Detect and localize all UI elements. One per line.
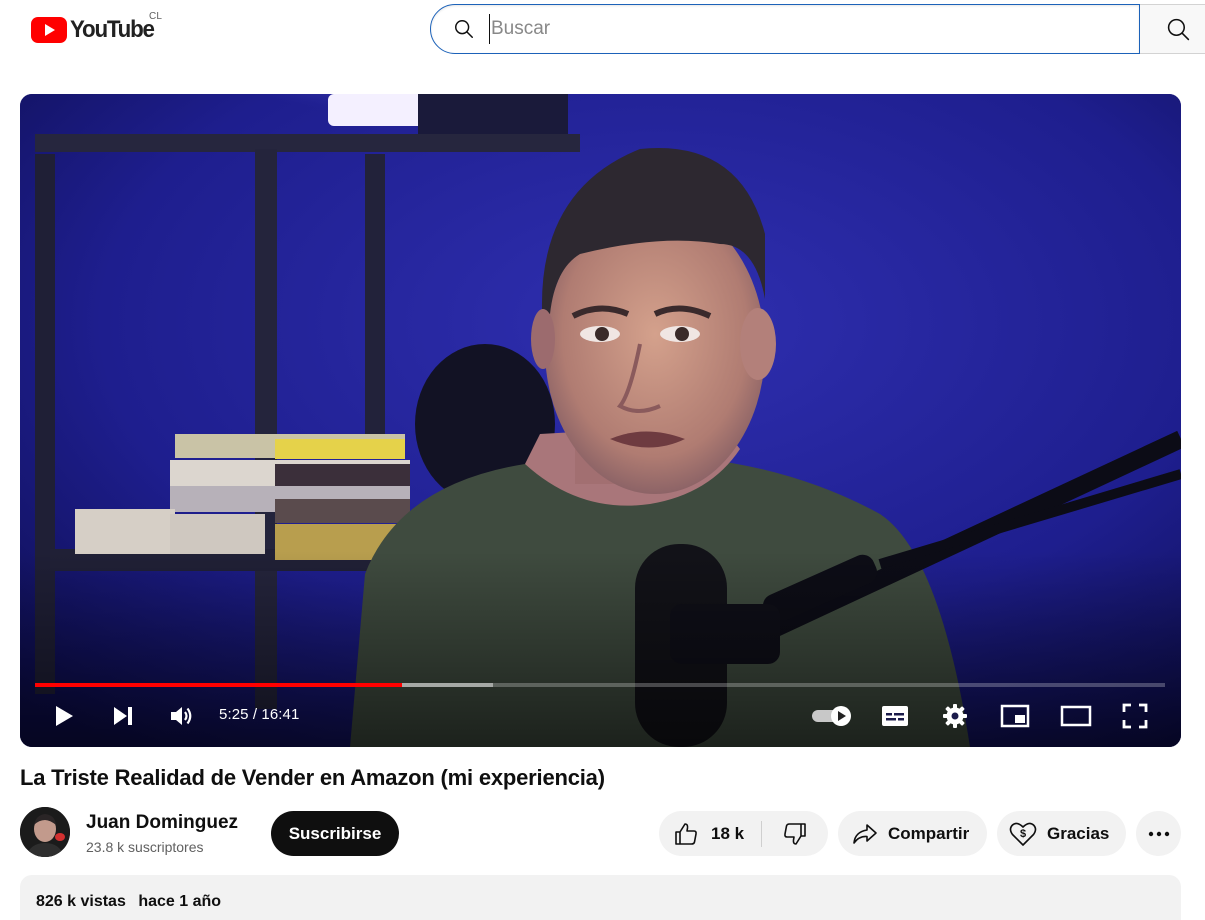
more-horizontal-icon (1148, 831, 1169, 836)
progress-played (35, 683, 403, 687)
thumbs-up-icon (675, 822, 697, 845)
avatar-image (20, 807, 70, 857)
theater-mode-icon (1060, 705, 1092, 727)
fullscreen-button[interactable] (1120, 701, 1150, 731)
thanks-button[interactable]: $ Gracias (997, 811, 1126, 856)
subtitles-icon (882, 706, 908, 726)
youtube-play-logo-icon (31, 17, 67, 43)
thanks-label: Gracias (1047, 823, 1110, 843)
subtitles-button[interactable] (880, 701, 910, 731)
video-player[interactable]: 5:25 / 16:41 (20, 94, 1181, 747)
autoplay-toggle[interactable] (809, 701, 855, 731)
country-code: CL (149, 11, 163, 22)
settings-button[interactable] (940, 701, 970, 731)
heart-dollar-icon: $ (1009, 822, 1037, 846)
autoplay-toggle-icon (812, 706, 851, 726)
play-button[interactable] (49, 701, 79, 731)
search-box[interactable] (430, 4, 1140, 54)
view-count: 826 k vistas (36, 893, 126, 910)
search-input[interactable] (489, 14, 1089, 44)
theater-mode-button[interactable] (1059, 701, 1093, 731)
volume-button[interactable] (167, 701, 197, 731)
dislike-button[interactable] (762, 811, 828, 856)
description-box[interactable]: 826 k vistas hace 1 año (20, 875, 1181, 920)
svg-text:$: $ (1020, 828, 1026, 840)
subscribe-button[interactable]: Suscribirse (271, 811, 399, 856)
upload-date: hace 1 año (138, 893, 222, 910)
search-icon (455, 20, 473, 38)
search-button[interactable] (1140, 4, 1205, 54)
like-button[interactable]: 18 k (659, 820, 762, 847)
channel-name[interactable]: Juan Dominguez (86, 812, 238, 834)
time-display: 5:25 / 16:41 (219, 706, 300, 723)
search-icon (1167, 18, 1190, 40)
share-label: Compartir (888, 823, 970, 843)
youtube-logo[interactable]: YouTube CL (31, 11, 163, 46)
thumbs-down-icon (784, 822, 806, 845)
channel-avatar[interactable] (20, 807, 70, 857)
next-button[interactable] (108, 701, 138, 731)
next-icon (114, 707, 132, 725)
fullscreen-icon (1122, 703, 1148, 729)
video-frame (20, 94, 1181, 747)
like-dislike-group: 18 k (659, 811, 828, 856)
miniplayer-button[interactable] (999, 701, 1031, 731)
miniplayer-icon (1000, 704, 1030, 728)
share-icon (853, 823, 877, 844)
logo-wordmark: YouTube (70, 16, 155, 43)
video-title: La Triste Realidad de Vender en Amazon (… (20, 765, 605, 790)
play-icon (56, 706, 73, 726)
progress-bar[interactable] (35, 683, 1165, 687)
settings-icon (943, 704, 967, 728)
subscriber-count: 23.8 k suscriptores (86, 839, 204, 855)
more-actions-button[interactable] (1136, 811, 1181, 856)
volume-icon (171, 707, 192, 725)
share-button[interactable]: Compartir (838, 811, 987, 856)
like-count: 18 k (711, 823, 745, 843)
